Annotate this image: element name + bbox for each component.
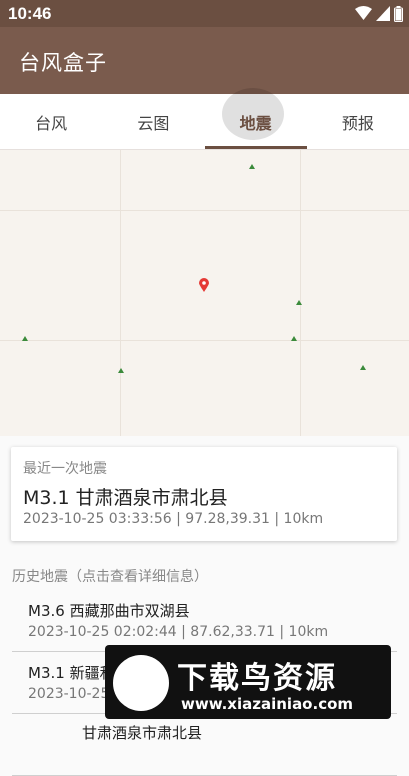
city-marker-icon bbox=[291, 336, 297, 341]
status-bar: 10:46 bbox=[0, 0, 409, 27]
latest-meta: 2023-10-25 03:33:56 | 97.28,39.31 | 10km bbox=[23, 511, 324, 527]
history-item-meta: 2023-10-25 bbox=[28, 686, 110, 702]
signal-icon bbox=[376, 6, 390, 21]
wifi-icon bbox=[355, 6, 372, 20]
tab-cloud[interactable]: 云图 bbox=[102, 94, 204, 149]
history-item[interactable]: 甘肃酒泉市肃北县 bbox=[12, 714, 397, 776]
history-item-title: M3.6 西藏那曲市双湖县 bbox=[28, 602, 190, 620]
history-item[interactable]: M3.6 西藏那曲市双湖县 2023-10-25 02:02:44 | 87.6… bbox=[12, 590, 397, 652]
city-marker-icon bbox=[118, 368, 124, 373]
city-marker-icon bbox=[296, 300, 302, 305]
tab-typhoon[interactable]: 台风 bbox=[0, 94, 102, 149]
history-header: 历史地震（点击查看详细信息） bbox=[12, 569, 208, 585]
map-pin-icon[interactable] bbox=[199, 278, 209, 292]
earthquake-map[interactable] bbox=[0, 150, 409, 436]
city-marker-icon bbox=[249, 164, 255, 169]
app-bar: 台风盒子 bbox=[0, 27, 409, 94]
latest-title: M3.1 甘肃酒泉市肃北县 bbox=[23, 487, 228, 509]
tab-earthquake[interactable]: 地震 bbox=[204, 88, 307, 149]
bird-logo-icon bbox=[113, 655, 169, 711]
status-time: 10:46 bbox=[8, 4, 52, 23]
city-marker-icon bbox=[360, 365, 366, 370]
history-item-meta: 2023-10-25 02:02:44 | 87.62,33.71 | 10km bbox=[28, 624, 329, 640]
battery-icon bbox=[394, 5, 403, 22]
tab-label: 云图 bbox=[137, 113, 170, 133]
tab-label: 台风 bbox=[35, 113, 68, 133]
app-title: 台风盒子 bbox=[19, 51, 107, 75]
city-marker-icon bbox=[22, 336, 28, 341]
watermark-banner: 下载鸟资源 www.xiazainiao.com bbox=[105, 645, 391, 719]
history-item-title: 甘肃酒泉市肃北县 bbox=[82, 724, 203, 742]
latest-label: 最近一次地震 bbox=[23, 461, 107, 477]
tab-indicator bbox=[204, 146, 307, 149]
tab-label: 地震 bbox=[239, 113, 272, 133]
latest-earthquake-card[interactable]: 最近一次地震 M3.1 甘肃酒泉市肃北县 2023-10-25 03:33:56… bbox=[11, 447, 397, 541]
history-item-title: M3.1 新疆和 bbox=[28, 664, 115, 682]
tab-bar: 台风 云图 地震 预报 bbox=[0, 88, 409, 150]
tab-label: 预报 bbox=[341, 113, 374, 133]
watermark-url: www.xiazainiao.com bbox=[181, 695, 354, 713]
watermark-title: 下载鸟资源 bbox=[177, 661, 337, 696]
tab-forecast[interactable]: 预报 bbox=[307, 94, 409, 149]
